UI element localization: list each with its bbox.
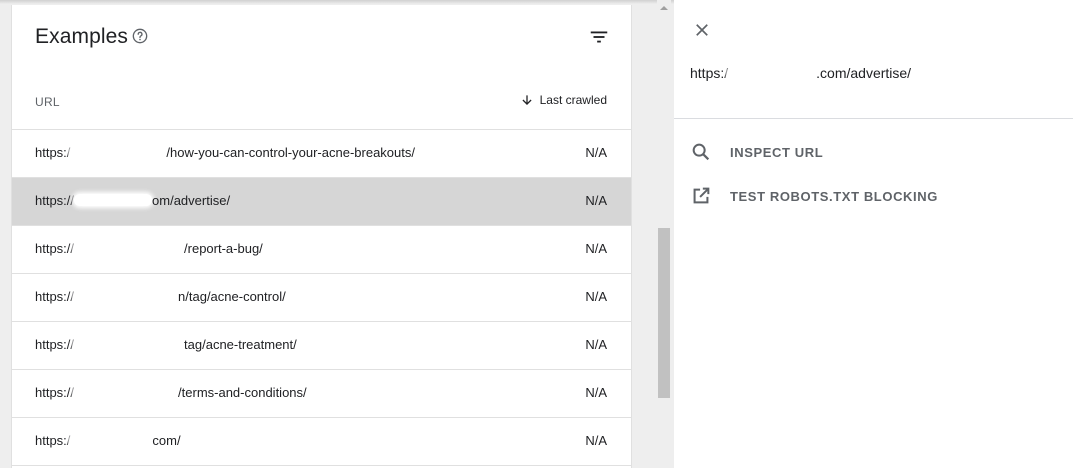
row-url: https://how-you-can-control-your-acne-br… xyxy=(35,145,415,160)
row-last-crawled: N/A xyxy=(585,145,607,160)
row-url: https://n/tag/acne-control/ xyxy=(35,289,286,304)
inspect-url-label: INSPECT URL xyxy=(730,144,824,160)
row-last-crawled: N/A xyxy=(585,193,607,208)
row-last-crawled: N/A xyxy=(585,241,607,256)
table-header: URL Last crawled xyxy=(12,65,631,130)
table-row[interactable]: https://n/tag/acne-control/ N/A xyxy=(12,274,631,322)
examples-header: Examples xyxy=(12,5,631,65)
row-last-crawled: N/A xyxy=(585,433,607,448)
redaction xyxy=(74,242,185,254)
examples-title: Examples xyxy=(35,25,129,48)
row-last-crawled: N/A xyxy=(585,337,607,352)
row-last-crawled: N/A xyxy=(585,385,607,400)
inspect-url-button[interactable]: INSPECT URL xyxy=(690,140,1060,164)
examples-table-body: https://how-you-can-control-your-acne-br… xyxy=(12,130,631,466)
url-column-header[interactable]: URL xyxy=(35,95,60,109)
redaction xyxy=(74,194,153,206)
filter-icon[interactable] xyxy=(588,26,610,48)
url-detail-panel: https:/.com/advertise/ INSPECT URL TEST … xyxy=(674,0,1073,468)
redaction xyxy=(70,434,153,446)
table-row[interactable]: https://tag/acne-treatment/ N/A xyxy=(12,322,631,370)
scroll-up-arrow-icon[interactable] xyxy=(660,4,668,12)
redaction xyxy=(74,290,179,302)
search-icon xyxy=(692,143,710,161)
last-crawled-column-header[interactable]: Last crawled xyxy=(520,93,607,107)
row-url: https:///report-a-bug/ xyxy=(35,241,263,256)
table-row[interactable]: https:/com/ N/A xyxy=(12,418,631,466)
row-url: https://tag/acne-treatment/ xyxy=(35,337,297,352)
row-url: https:///terms-and-conditions/ xyxy=(35,385,307,400)
redaction xyxy=(728,67,817,79)
table-row[interactable]: https:///report-a-bug/ N/A xyxy=(12,226,631,274)
table-row-selected[interactable]: https://om/advertise/ N/A xyxy=(12,178,631,226)
examples-card: Examples URL Last crawled https:/ /how-y… xyxy=(11,5,632,468)
table-row[interactable]: https://how-you-can-control-your-acne-br… xyxy=(12,130,631,178)
help-icon[interactable] xyxy=(132,28,148,44)
search-console-page: Examples URL Last crawled https:/ /how-y… xyxy=(0,0,1073,468)
arrow-down-icon xyxy=(522,95,532,105)
selected-url: https:/.com/advertise/ xyxy=(690,65,912,81)
last-crawled-label: Last crawled xyxy=(539,93,607,107)
close-icon[interactable] xyxy=(693,21,711,39)
redaction xyxy=(74,338,185,350)
test-robots-blocking-button[interactable]: TEST ROBOTS.TXT BLOCKING xyxy=(690,184,1060,208)
scrollbar-thumb[interactable] xyxy=(658,228,670,398)
panel-divider xyxy=(674,118,1073,119)
table-row[interactable]: https:///terms-and-conditions/ N/A xyxy=(12,370,631,418)
test-robots-blocking-label: TEST ROBOTS.TXT BLOCKING xyxy=(730,188,938,204)
redaction xyxy=(70,146,167,158)
row-url: https:/com/ xyxy=(35,433,181,448)
redaction xyxy=(74,386,179,398)
row-url: https://om/advertise/ xyxy=(35,193,231,208)
row-last-crawled: N/A xyxy=(585,289,607,304)
open-in-new-icon xyxy=(693,187,710,204)
